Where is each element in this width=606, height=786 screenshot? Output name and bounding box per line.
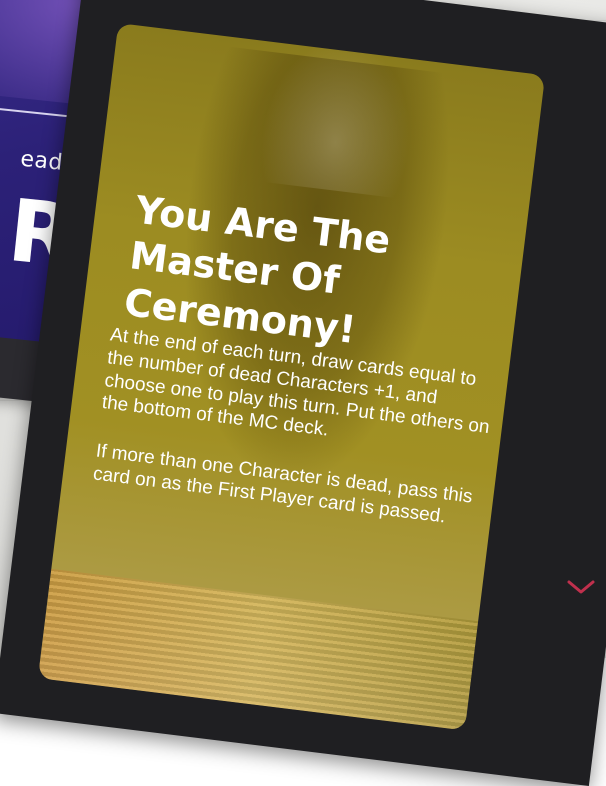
card-face: You Are The Master Of Ceremony! At the e… xyxy=(37,22,546,731)
master-of-ceremony-card: You Are The Master Of Ceremony! At the e… xyxy=(0,0,606,786)
card-art-glitch xyxy=(37,568,479,731)
card-art-hands xyxy=(250,22,429,200)
chevron-down-icon xyxy=(567,580,595,594)
